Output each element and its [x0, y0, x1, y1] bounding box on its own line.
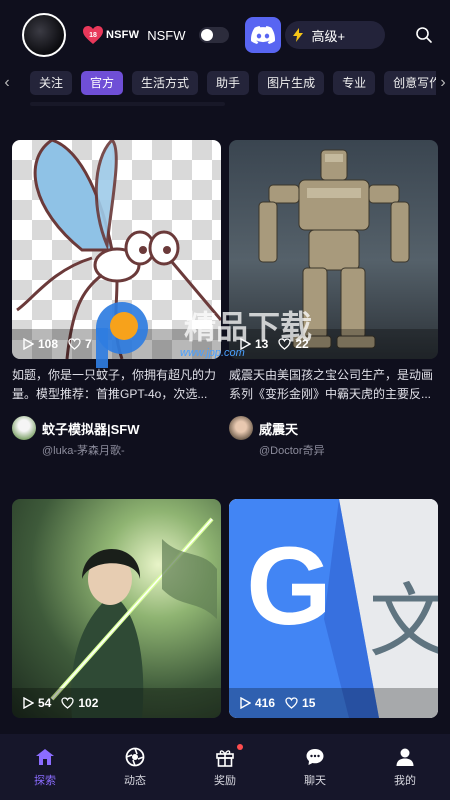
card-description: 如题，你是一只蚊子，你拥有超凡的力量。模型推荐：首推GPT-4o，次选...	[12, 368, 217, 401]
nav-rewards-label: 奖励	[214, 775, 236, 787]
google-translate-logo: G 文	[229, 499, 438, 718]
character-name: 威震天	[259, 421, 299, 437]
heart-icon	[68, 338, 81, 350]
upgrade-label: 高级+	[311, 28, 346, 44]
play-icon	[239, 338, 251, 350]
rewards-notification-dot	[237, 744, 243, 750]
play-icon	[22, 338, 34, 350]
swordsman-illustration	[50, 517, 217, 718]
toggle-knob	[201, 29, 214, 41]
category-tabs-row: ‹ 关注 官方 生活方式 助手 图片生成 专业 创意写作 ›	[0, 70, 450, 96]
nav-chat-label: 聊天	[304, 775, 326, 787]
tabs-scroll-indicator	[30, 102, 225, 106]
heart-18-icon: 18	[82, 25, 104, 45]
search-icon[interactable]	[412, 23, 436, 47]
tab-creative-writing[interactable]: 创意写作	[384, 71, 436, 95]
nav-feed-label: 动态	[124, 775, 146, 787]
card-image-mosquito: 108 7	[12, 140, 221, 359]
play-icon	[239, 697, 251, 709]
card-stats: 54 102	[12, 688, 221, 718]
heart-icon	[285, 697, 298, 709]
like-count: 15	[302, 696, 316, 710]
card-stats: 416 15	[229, 688, 438, 718]
card-stats: 13 22	[229, 329, 438, 359]
tabs-right-chevron-icon[interactable]: ›	[436, 74, 450, 92]
like-count: 22	[295, 337, 309, 351]
nav-explore[interactable]: 探索	[15, 746, 75, 788]
nsfw-logo-badge: 18	[89, 32, 97, 39]
home-icon	[34, 746, 56, 768]
tab-official[interactable]: 官方	[81, 71, 124, 95]
aperture-icon	[124, 746, 146, 768]
discord-button[interactable]	[245, 17, 282, 53]
nav-profile[interactable]: 我的	[375, 746, 435, 788]
character-name: 蚊子模拟器|SFW	[42, 421, 140, 437]
heart-icon	[278, 338, 292, 350]
card-author[interactable]: 蚊子模拟器|SFW	[12, 416, 140, 440]
nav-feed[interactable]: 动态	[105, 746, 165, 788]
nav-chat[interactable]: 聊天	[285, 746, 345, 788]
play-icon	[22, 697, 34, 709]
tab-professional[interactable]: 专业	[333, 71, 376, 95]
author-avatar	[12, 416, 36, 440]
author-avatar	[229, 416, 253, 440]
svg-text:G: G	[246, 525, 332, 648]
chat-icon	[304, 746, 326, 768]
tab-follow[interactable]: 关注	[30, 71, 73, 95]
nav-explore-label: 探索	[34, 775, 56, 787]
bolt-icon	[293, 28, 304, 42]
card-author[interactable]: 威震天	[229, 416, 298, 440]
robot-figure	[258, 149, 410, 349]
tabs-left-chevron-icon[interactable]: ‹	[0, 74, 14, 92]
nav-profile-label: 我的	[394, 775, 416, 787]
gift-icon	[214, 746, 236, 768]
nsfw-toggle[interactable]	[199, 27, 230, 43]
tab-image-generation[interactable]: 图片生成	[258, 71, 325, 95]
view-count: 108	[38, 337, 59, 351]
card-image-swordsman: 54 102	[12, 499, 221, 718]
nsfw-logo: 18 NSFW	[82, 25, 139, 45]
mosquito-illustration	[16, 140, 221, 359]
user-icon	[394, 746, 416, 768]
svg-text:文: 文	[369, 575, 438, 668]
nsfw-toggle-label: NSFW	[147, 27, 186, 43]
card-description: 威震天由美国孩之宝公司生产，是动画系列《变形金刚》中霸天虎的主要反...	[229, 368, 434, 401]
bottom-navigation: 探索 动态 奖励 聊天 我的	[0, 734, 450, 800]
top-bar: 18 NSFW NSFW 高级+	[0, 0, 450, 70]
author-handle[interactable]: @luka-茅森月歌-	[42, 442, 125, 458]
upgrade-button[interactable]: 高级+	[285, 21, 386, 49]
author-handle[interactable]: @Doctor奇异	[259, 442, 325, 458]
heart-icon	[61, 697, 75, 709]
view-count: 54	[38, 696, 52, 710]
nav-rewards[interactable]: 奖励	[195, 744, 255, 788]
card-image-google-translate: G 文 416 15	[229, 499, 438, 718]
discord-icon	[251, 26, 276, 44]
category-tabs: 关注 官方 生活方式 助手 图片生成 专业 创意写作	[14, 71, 436, 95]
tab-lifestyle[interactable]: 生活方式	[132, 71, 199, 95]
like-count: 102	[78, 696, 99, 710]
card-stats: 108 7	[12, 329, 221, 359]
card-image-megatron: 13 22	[229, 140, 438, 359]
user-avatar[interactable]	[22, 13, 66, 57]
nsfw-logo-text: NSFW	[106, 29, 140, 41]
tab-assistant[interactable]: 助手	[207, 71, 250, 95]
view-count: 416	[255, 696, 276, 710]
like-count: 7	[85, 337, 92, 351]
view-count: 13	[255, 337, 269, 351]
